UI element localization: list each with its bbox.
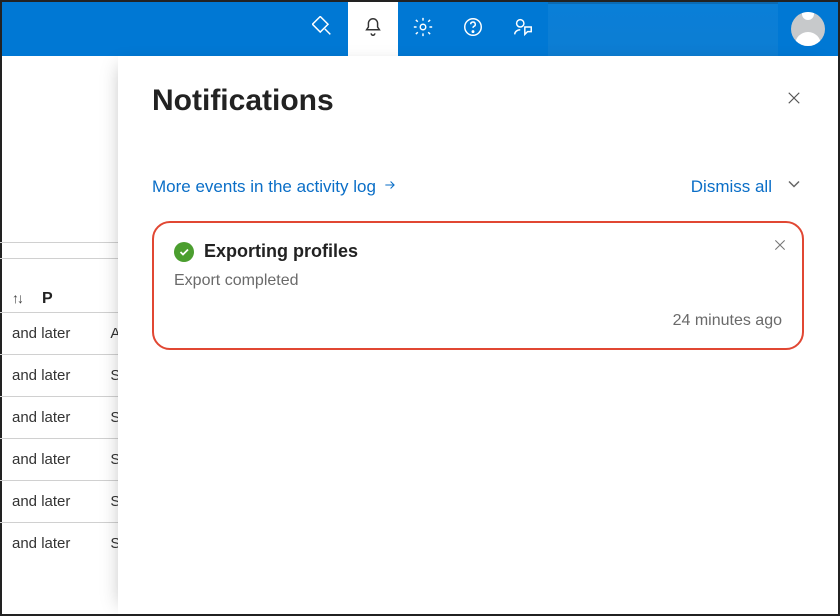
- notification-timestamp: 24 minutes ago: [174, 312, 782, 330]
- notification-card: Exporting profiles Export completed 24 m…: [152, 221, 804, 350]
- notification-title: Exporting profiles: [204, 241, 358, 262]
- success-check-icon: [174, 242, 194, 262]
- activity-log-link-label: More events in the activity log: [152, 177, 376, 197]
- dismiss-all-button[interactable]: Dismiss all: [691, 177, 772, 197]
- feedback-icon: [512, 16, 534, 43]
- account-area: [548, 2, 778, 56]
- arrow-right-icon: [382, 177, 398, 197]
- panel-title: Notifications: [152, 84, 804, 118]
- help-icon: [462, 16, 484, 43]
- activity-log-link[interactable]: More events in the activity log: [152, 177, 398, 197]
- settings-button[interactable]: [398, 2, 448, 56]
- diagnostics-button[interactable]: [298, 2, 348, 56]
- notifications-button[interactable]: [348, 2, 398, 56]
- feedback-button[interactable]: [498, 2, 548, 56]
- sort-icon: ↑↓: [12, 290, 22, 308]
- notification-description: Export completed: [174, 272, 782, 290]
- bell-icon: [362, 16, 384, 43]
- help-button[interactable]: [448, 2, 498, 56]
- chevron-down-icon[interactable]: [784, 174, 804, 199]
- notifications-panel: Notifications More events in the activit…: [118, 56, 838, 614]
- account-button[interactable]: [778, 2, 838, 56]
- column-p-header: P: [42, 290, 53, 308]
- dismiss-all-label: Dismiss all: [691, 177, 772, 197]
- close-panel-button[interactable]: [780, 86, 808, 114]
- dismiss-notification-button[interactable]: [772, 237, 788, 258]
- gear-icon: [412, 16, 434, 43]
- close-icon: [772, 240, 788, 257]
- close-icon: [785, 89, 803, 112]
- top-bar: [2, 2, 838, 56]
- user-avatar-icon: [791, 12, 825, 46]
- diagnostics-icon: [312, 16, 334, 43]
